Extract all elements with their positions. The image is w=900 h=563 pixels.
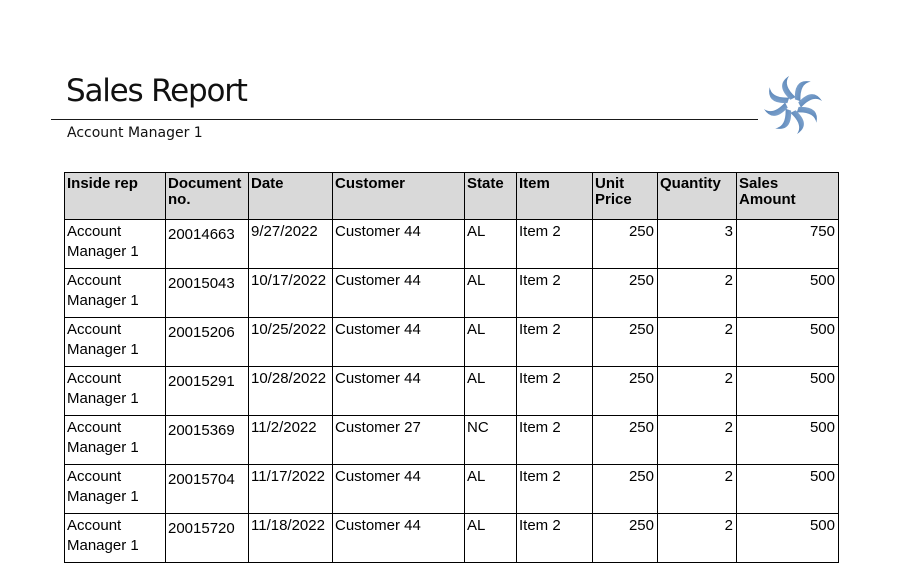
cell-state: AL — [464, 366, 517, 416]
col-header-customer: Customer — [332, 172, 465, 220]
cell-unit-price: 250 — [592, 317, 658, 367]
cell-inside-rep: Account Manager 1 — [64, 317, 166, 367]
col-header-sales-amount: Sales Amount — [736, 172, 839, 220]
cell-item: Item 2 — [516, 464, 593, 514]
cell-state: AL — [464, 464, 517, 514]
cell-unit-price: 250 — [592, 219, 658, 269]
cell-inside-rep: Account Manager 1 — [64, 513, 166, 563]
col-header-item: Item — [516, 172, 593, 220]
cell-document-no: 20015704 — [165, 464, 249, 514]
cell-sales-amount: 500 — [736, 317, 839, 367]
cell-item: Item 2 — [516, 219, 593, 269]
logo-blade — [798, 94, 823, 108]
cell-inside-rep: Account Manager 1 — [64, 219, 166, 269]
cell-sales-amount: 500 — [736, 366, 839, 416]
cell-customer: Customer 44 — [332, 219, 465, 269]
cell-item: Item 2 — [516, 415, 593, 465]
table-row: Account Manager 1 20014663 9/27/2022 Cus… — [64, 219, 839, 269]
cell-unit-price: 250 — [592, 268, 658, 318]
col-header-state: State — [464, 172, 517, 220]
cell-sales-amount: 500 — [736, 415, 839, 465]
cell-document-no: 20015043 — [165, 268, 249, 318]
cell-unit-price: 250 — [592, 366, 658, 416]
table-row: Account Manager 1 20015369 11/2/2022 Cus… — [64, 415, 839, 465]
cell-sales-amount: 750 — [736, 219, 839, 269]
cell-inside-rep: Account Manager 1 — [64, 366, 166, 416]
cell-quantity: 2 — [657, 464, 737, 514]
report-subtitle: Account Manager 1 — [67, 125, 203, 141]
cell-sales-amount: 500 — [736, 513, 839, 563]
cell-document-no: 20015206 — [165, 317, 249, 367]
cell-customer: Customer 27 — [332, 415, 465, 465]
cell-date: 11/18/2022 — [248, 513, 333, 563]
cell-document-no: 20014663 — [165, 219, 249, 269]
cell-item: Item 2 — [516, 317, 593, 367]
cell-sales-amount: 500 — [736, 464, 839, 514]
cell-date: 11/17/2022 — [248, 464, 333, 514]
col-header-inside-rep: Inside rep — [64, 172, 166, 220]
cell-document-no: 20015291 — [165, 366, 249, 416]
cell-inside-rep: Account Manager 1 — [64, 464, 166, 514]
swirl-logo-icon — [763, 75, 823, 135]
logo-blade — [782, 75, 796, 100]
cell-customer: Customer 44 — [332, 317, 465, 367]
col-header-quantity: Quantity — [657, 172, 737, 220]
cell-customer: Customer 44 — [332, 464, 465, 514]
cell-quantity: 2 — [657, 268, 737, 318]
cell-state: AL — [464, 219, 517, 269]
col-header-document-no: Document no. — [165, 172, 249, 220]
cell-customer: Customer 44 — [332, 268, 465, 318]
cell-date: 10/25/2022 — [248, 317, 333, 367]
cell-customer: Customer 44 — [332, 513, 465, 563]
sales-table: Inside rep Document no. Date Customer St… — [64, 172, 839, 563]
cell-unit-price: 250 — [592, 415, 658, 465]
cell-document-no: 20015369 — [165, 415, 249, 465]
cell-item: Item 2 — [516, 366, 593, 416]
cell-unit-price: 250 — [592, 464, 658, 514]
cell-date: 10/17/2022 — [248, 268, 333, 318]
logo-blade — [790, 110, 804, 135]
cell-item: Item 2 — [516, 268, 593, 318]
cell-customer: Customer 44 — [332, 366, 465, 416]
col-header-unit-price: Unit Price — [592, 172, 658, 220]
cell-state: AL — [464, 513, 517, 563]
logo-blade — [763, 102, 788, 116]
cell-quantity: 3 — [657, 219, 737, 269]
cell-document-no: 20015720 — [165, 513, 249, 563]
cell-quantity: 2 — [657, 366, 737, 416]
cell-date: 10/28/2022 — [248, 366, 333, 416]
col-header-date: Date — [248, 172, 333, 220]
cell-quantity: 2 — [657, 513, 737, 563]
cell-state: AL — [464, 317, 517, 367]
cell-state: AL — [464, 268, 517, 318]
cell-date: 9/27/2022 — [248, 219, 333, 269]
cell-item: Item 2 — [516, 513, 593, 563]
table-row: Account Manager 1 20015043 10/17/2022 Cu… — [64, 268, 839, 318]
cell-date: 11/2/2022 — [248, 415, 333, 465]
cell-inside-rep: Account Manager 1 — [64, 415, 166, 465]
table-row: Account Manager 1 20015291 10/28/2022 Cu… — [64, 366, 839, 416]
table-header-row: Inside rep Document no. Date Customer St… — [64, 172, 839, 220]
cell-quantity: 2 — [657, 415, 737, 465]
cell-state: NC — [464, 415, 517, 465]
cell-unit-price: 250 — [592, 513, 658, 563]
report-title: Sales Report — [66, 73, 248, 109]
title-divider — [51, 119, 758, 120]
table-row: Account Manager 1 20015206 10/25/2022 Cu… — [64, 317, 839, 367]
cell-quantity: 2 — [657, 317, 737, 367]
table-row: Account Manager 1 20015704 11/17/2022 Cu… — [64, 464, 839, 514]
cell-inside-rep: Account Manager 1 — [64, 268, 166, 318]
table-row: Account Manager 1 20015720 11/18/2022 Cu… — [64, 513, 839, 563]
cell-sales-amount: 500 — [736, 268, 839, 318]
